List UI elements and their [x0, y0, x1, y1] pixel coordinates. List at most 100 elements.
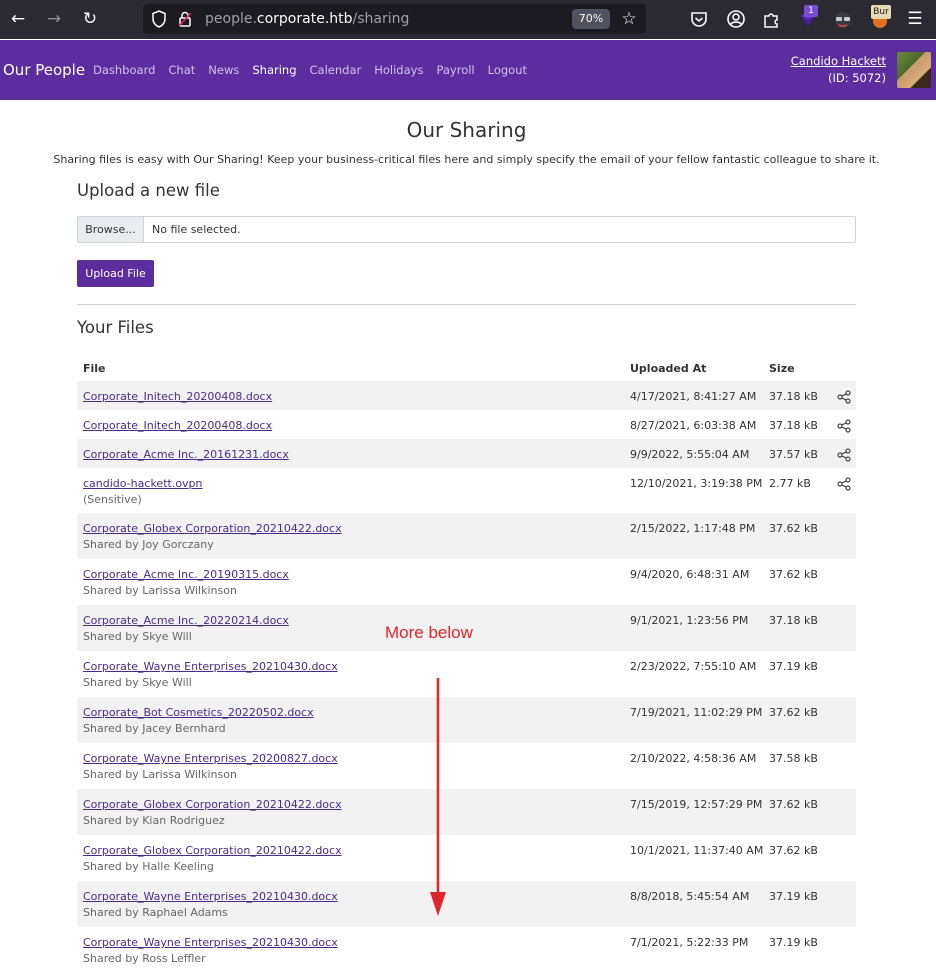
cell-file: Corporate_Wayne Enterprises_20210430.doc… — [83, 889, 338, 921]
file-link[interactable]: Corporate_Initech_20200408.docx — [83, 418, 272, 434]
extension-spy-icon[interactable] — [832, 8, 854, 30]
nav-chat[interactable]: Chat — [168, 62, 195, 78]
table-row: candido-hackett.ovpn (Sensitive) 12/10/202… — [77, 468, 856, 513]
file-link[interactable]: Corporate_Bot Cosmetics_20220502.docx — [83, 705, 314, 721]
cell-uploaded-at: 12/10/2021, 3:19:38 PM — [630, 477, 763, 490]
file-link[interactable]: Corporate_Globex Corporation_20210422.do… — [83, 843, 342, 859]
file-link[interactable]: Corporate_Wayne Enterprises_20200827.doc… — [83, 751, 338, 767]
menu-hamburger-icon[interactable]: ☰ — [904, 8, 926, 30]
cell-file: Corporate_Bot Cosmetics_20220502.docx Sha… — [83, 705, 314, 737]
file-link[interactable]: Corporate_Acme Inc._20190315.docx — [83, 567, 289, 583]
table-row: Corporate_Wayne Enterprises_20210430.doc… — [77, 881, 856, 927]
cell-file: Corporate_Wayne Enterprises_20200827.doc… — [83, 751, 338, 783]
cell-uploaded-at: 8/27/2021, 6:03:38 AM — [630, 419, 757, 432]
account-icon[interactable] — [725, 8, 747, 30]
cell-file: Corporate_Wayne Enterprises_20210430.doc… — [83, 659, 338, 691]
annotation-down-arrow-icon — [430, 678, 446, 916]
cell-size: 37.62 kB — [769, 522, 818, 535]
cell-uploaded-at: 7/15/2019, 12:57:29 PM — [630, 798, 763, 811]
divider — [77, 304, 856, 305]
back-icon[interactable]: ← — [7, 8, 29, 30]
share-icon[interactable] — [837, 477, 851, 491]
cell-uploaded-at: 2/15/2022, 1:17:48 PM — [630, 522, 756, 535]
file-subtitle: Shared by Joy Gorczany — [83, 538, 214, 551]
cell-uploaded-at: 4/17/2021, 8:41:27 AM — [630, 390, 757, 403]
site-navbar: Our People Dashboard Chat News Sharing C… — [0, 40, 936, 100]
nav-dashboard[interactable]: Dashboard — [93, 62, 155, 78]
file-link[interactable]: Corporate_Initech_20200408.docx — [83, 389, 272, 405]
your-files-heading: Your Files — [77, 318, 154, 337]
table-row: Corporate_Wayne Enterprises_20210430.doc… — [77, 927, 856, 973]
table-row: Corporate_Globex Corporation_20210422.do… — [77, 835, 856, 881]
file-link[interactable]: Corporate_Acme Inc._20161231.docx — [83, 447, 289, 463]
file-link[interactable]: Corporate_Wayne Enterprises_20210430.doc… — [83, 889, 338, 905]
cell-file: Corporate_Initech_20200408.docx — [83, 418, 272, 434]
nav-holidays[interactable]: Holidays — [374, 62, 423, 78]
nav-news[interactable]: News — [208, 62, 239, 78]
cell-uploaded-at: 8/8/2018, 5:45:54 AM — [630, 890, 750, 903]
nav-calendar[interactable]: Calendar — [310, 62, 362, 78]
table-row: Corporate_Initech_20200408.docx 8/27/2021… — [77, 410, 856, 439]
cell-size: 37.62 kB — [769, 706, 818, 719]
file-link[interactable]: Corporate_Globex Corporation_20210422.do… — [83, 797, 342, 813]
file-link[interactable]: Corporate_Wayne Enterprises_20210430.doc… — [83, 659, 338, 675]
cell-file: Corporate_Acme Inc._20161231.docx — [83, 447, 289, 463]
address-bar[interactable]: people.corporate.htb/sharing 70% ☆ — [143, 4, 646, 34]
file-subtitle: Shared by Kian Rodriguez — [83, 814, 225, 827]
insecure-lock-icon[interactable] — [177, 10, 193, 28]
cell-file: Corporate_Acme Inc._20220214.docx Shared … — [83, 613, 289, 645]
nav-links: Dashboard Chat News Sharing Calendar Hol… — [93, 62, 540, 78]
files-table: File Uploaded At Size Corporate_Initech_… — [77, 357, 856, 973]
upload-file-button[interactable]: Upload File — [77, 260, 154, 287]
browse-button[interactable]: Browse... — [78, 217, 144, 242]
bookmark-star-icon[interactable]: ☆ — [619, 9, 639, 29]
reload-icon[interactable]: ↻ — [79, 8, 101, 30]
file-input[interactable]: Browse... No file selected. — [77, 216, 856, 243]
cell-file: Corporate_Wayne Enterprises_20210430.doc… — [83, 935, 338, 967]
header-size: Size — [769, 362, 795, 375]
cell-size: 37.18 kB — [769, 390, 818, 403]
table-header: File Uploaded At Size — [77, 357, 856, 381]
extensions-puzzle-icon[interactable] — [760, 8, 782, 30]
url-host: corporate.htb — [256, 11, 353, 27]
file-subtitle: Shared by Larissa Wilkinson — [83, 768, 237, 781]
file-subtitle: (Sensitive) — [83, 493, 142, 506]
cell-uploaded-at: 9/1/2021, 1:23:56 PM — [630, 614, 749, 627]
file-subtitle: Shared by Skye Will — [83, 676, 192, 689]
url-text[interactable]: people.corporate.htb/sharing — [205, 10, 409, 28]
file-link[interactable]: candido-hackett.ovpn — [83, 476, 203, 492]
table-row: Corporate_Wayne Enterprises_20210430.doc… — [77, 651, 856, 697]
zoom-level-badge[interactable]: 70% — [572, 9, 610, 29]
table-row: Corporate_Acme Inc._20161231.docx 9/9/202… — [77, 439, 856, 468]
share-icon[interactable] — [837, 419, 851, 433]
annotation-more-below: More below — [385, 623, 473, 642]
table-row: Corporate_Globex Corporation_20210422.do… — [77, 789, 856, 835]
extension-badge: 1 — [804, 5, 818, 17]
nav-payroll[interactable]: Payroll — [436, 62, 474, 78]
forward-icon[interactable]: → — [43, 8, 65, 30]
cell-uploaded-at: 7/19/2021, 11:02:29 PM — [630, 706, 763, 719]
user-name-link[interactable]: Candido Hackett — [791, 54, 886, 69]
file-link[interactable]: Corporate_Wayne Enterprises_20210430.doc… — [83, 935, 338, 951]
cell-file: Corporate_Globex Corporation_20210422.do… — [83, 843, 342, 875]
nav-logout[interactable]: Logout — [488, 62, 527, 78]
file-link[interactable]: Corporate_Acme Inc._20220214.docx — [83, 613, 289, 629]
cell-size: 37.19 kB — [769, 660, 818, 673]
avatar[interactable] — [897, 52, 931, 88]
file-subtitle: Shared by Skye Will — [83, 630, 192, 643]
shield-icon[interactable] — [151, 10, 167, 28]
share-icon[interactable] — [837, 448, 851, 462]
file-link[interactable]: Corporate_Globex Corporation_20210422.do… — [83, 521, 342, 537]
cell-file: candido-hackett.ovpn (Sensitive) — [83, 476, 203, 508]
share-icon[interactable] — [837, 390, 851, 404]
table-row: Corporate_Bot Cosmetics_20220502.docx Sha… — [77, 697, 856, 743]
cell-size: 2.77 kB — [769, 477, 811, 490]
pocket-icon[interactable] — [688, 8, 710, 30]
extension-bur-label: Bur — [871, 5, 891, 19]
no-file-label: No file selected. — [152, 223, 241, 236]
table-row: Corporate_Acme Inc._20190315.docx Shared … — [77, 559, 856, 605]
user-id: (ID: 5072) — [827, 71, 886, 85]
nav-sharing[interactable]: Sharing — [252, 62, 296, 78]
brand-logo[interactable]: Our People — [3, 60, 85, 80]
table-body: Corporate_Initech_20200408.docx 4/17/2021… — [77, 381, 856, 973]
